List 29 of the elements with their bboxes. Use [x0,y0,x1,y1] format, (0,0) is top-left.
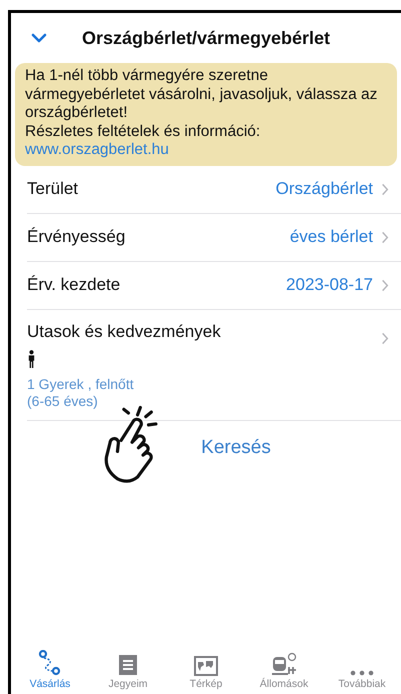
row-label: Terület [27,179,80,199]
tab[interactable]: Vásárlás [11,644,89,690]
search-button[interactable]: Keresés [191,430,281,464]
row-label: Érv. kezdete [27,275,122,295]
screen-title: Országbérlet/vármegyebérlet [80,28,332,48]
row-label: Utasok és kedvezmények [27,322,221,342]
info-text: Részletes feltételek és információ: [25,122,262,141]
tab[interactable]: Jegyeim [89,644,167,690]
row-label: Érvényesség [27,227,126,247]
tab[interactable]: Térkép [167,644,245,690]
tab[interactable]: Továbbiak [323,644,401,690]
more-icon [350,670,374,676]
chevron-down-icon[interactable] [31,33,47,43]
row-value[interactable]: Országbérlet [276,179,373,199]
person-icon [27,350,36,368]
row-value[interactable]: 2023-08-17 [286,275,373,295]
tab[interactable]: Állomások [245,644,323,690]
notice-text: Ha 1-nél több vármegyére szeretne vármegyebérletet vásárolni, javasoljuk, válassza az országbérletet! [25,67,378,122]
route-icon [38,650,62,676]
passenger-summary: 1 Gyerek , felnőtt (6-65 éves) [27,376,134,410]
row-value[interactable]: éves bérlet [290,227,373,247]
train-station-icon [271,652,297,676]
ticket-icon [118,654,138,676]
chevron-right-icon [381,230,389,244]
map-icon [194,656,218,676]
chevron-right-icon [381,332,389,344]
chevron-right-icon [381,182,389,196]
website-link[interactable]: www.orszagberlet.hu [25,141,169,160]
chevron-right-icon [381,278,389,292]
